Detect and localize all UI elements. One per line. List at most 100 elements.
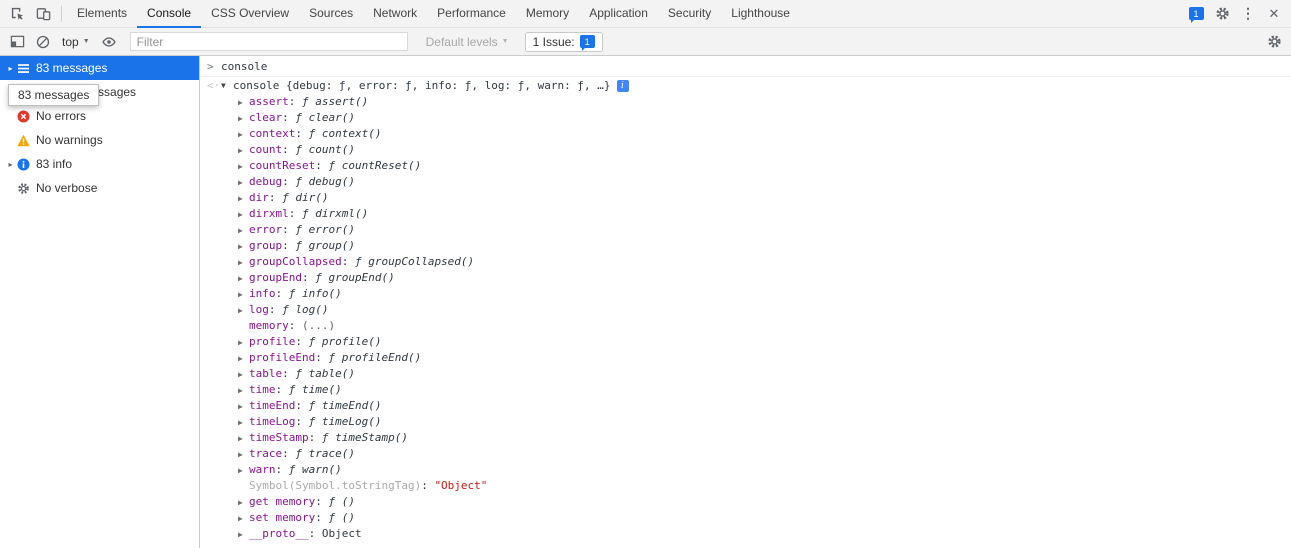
property-name: get memory (249, 495, 316, 508)
console-property-row[interactable]: ▶ groupEnd: ƒ groupEnd() (201, 270, 1291, 286)
console-property-row[interactable]: ▶ count: ƒ count() (201, 142, 1291, 158)
kebab-menu-icon[interactable]: ⋮ (1235, 1, 1261, 27)
property-colon: : (282, 143, 296, 156)
console-property-row[interactable]: memory: (...) (201, 318, 1291, 334)
expand-triangle-icon[interactable]: ▶ (238, 271, 249, 287)
issues-pill[interactable]: 1 Issue: 1 (524, 31, 603, 52)
close-icon[interactable]: ✕ (1261, 1, 1287, 27)
expand-triangle-icon[interactable]: ▶ (238, 223, 249, 239)
console-property-row[interactable]: ▶ get memory: ƒ () (201, 494, 1291, 510)
console-property-row[interactable]: ▶ info: ƒ info() (201, 286, 1291, 302)
property-colon: : (308, 527, 322, 540)
expand-triangle-icon[interactable]: ▶ (238, 527, 249, 543)
log-levels-dropdown[interactable]: Default levels ▼ (420, 35, 515, 49)
expand-triangle-icon[interactable]: ▶ (238, 431, 249, 447)
expand-triangle-icon[interactable]: ▶ (238, 383, 249, 399)
issues-counter-icon[interactable]: 1 (1183, 1, 1209, 27)
tab-security[interactable]: Security (658, 0, 721, 28)
expand-triangle-icon[interactable]: ▶ (238, 351, 249, 367)
property-colon: : (308, 431, 322, 444)
expand-triangle-icon[interactable]: ▶ (238, 239, 249, 255)
expand-triangle-icon[interactable]: ▶ (238, 495, 249, 511)
console-property-row[interactable]: ▶ assert: ƒ assert() (201, 94, 1291, 110)
expand-triangle-icon[interactable]: ▶ (238, 111, 249, 127)
console-result-row: <· ▼ console {debug: ƒ, error: ƒ, info: … (201, 77, 1291, 94)
expand-triangle-icon[interactable]: ▶ (238, 207, 249, 223)
expand-triangle-icon[interactable]: ▶ (238, 175, 249, 191)
expand-triangle-icon[interactable]: ▶ (238, 415, 249, 431)
inspect-element-icon[interactable] (4, 1, 30, 27)
console-property-row[interactable]: ▶ set memory: ƒ () (201, 510, 1291, 526)
context-selector[interactable]: top ▼ (56, 35, 96, 49)
console-property-row[interactable]: ▶ warn: ƒ warn() (201, 462, 1291, 478)
sidebar-item-errors[interactable]: No errors (0, 104, 199, 128)
property-value: ƒ profileEnd() (328, 351, 422, 364)
console-property-row[interactable]: ▶ log: ƒ log() (201, 302, 1291, 318)
live-expression-eye-icon[interactable] (96, 29, 122, 55)
clear-console-icon[interactable] (30, 29, 56, 55)
console-property-row[interactable]: ▶ debug: ƒ debug() (201, 174, 1291, 190)
tab-lighthouse[interactable]: Lighthouse (721, 0, 800, 28)
console-property-row[interactable]: ▶ error: ƒ error() (201, 222, 1291, 238)
device-toolbar-icon[interactable] (30, 1, 56, 27)
sidebar-item-verbose[interactable]: No verbose (0, 176, 199, 200)
sidebar-item-label: 83 messages (36, 61, 108, 75)
expand-triangle-icon[interactable]: ▶ (238, 463, 249, 479)
expand-triangle-icon[interactable]: ▶ (238, 399, 249, 415)
property-value[interactable]: (...) (302, 319, 335, 332)
expand-triangle-icon[interactable]: ▸ (5, 160, 16, 169)
tab-performance[interactable]: Performance (427, 0, 516, 28)
console-property-row[interactable]: ▶ profile: ƒ profile() (201, 334, 1291, 350)
console-property-row[interactable]: ▶ countReset: ƒ countReset() (201, 158, 1291, 174)
console-property-row[interactable]: ▶ profileEnd: ƒ profileEnd() (201, 350, 1291, 366)
console-property-row[interactable]: ▶ timeLog: ƒ timeLog() (201, 414, 1291, 430)
expand-triangle-icon[interactable]: ▶ (238, 143, 249, 159)
console-api-info-icon[interactable]: i (616, 79, 629, 92)
expand-triangle-icon[interactable]: ▶ (238, 303, 249, 319)
collapse-triangle-icon[interactable]: ▼ (221, 81, 233, 90)
expand-triangle-icon[interactable]: ▶ (238, 255, 249, 271)
expand-triangle-icon[interactable]: ▶ (238, 335, 249, 351)
tab-css-overview[interactable]: CSS Overview (201, 0, 299, 28)
settings-gear-icon[interactable] (1209, 1, 1235, 27)
tab-memory[interactable]: Memory (516, 0, 579, 28)
console-property-row[interactable]: ▶ groupCollapsed: ƒ groupCollapsed() (201, 254, 1291, 270)
tab-network[interactable]: Network (363, 0, 427, 28)
console-sidebar-toggle-icon[interactable] (4, 29, 30, 55)
console-property-row[interactable]: ▶ dir: ƒ dir() (201, 190, 1291, 206)
tab-elements[interactable]: Elements (67, 0, 137, 28)
expand-triangle-icon[interactable]: ▶ (238, 127, 249, 143)
expand-triangle-icon[interactable]: ▶ (238, 287, 249, 303)
console-property-row[interactable]: ▶ timeStamp: ƒ timeStamp() (201, 430, 1291, 446)
console-property-row[interactable]: ▶ dirxml: ƒ dirxml() (201, 206, 1291, 222)
expand-triangle-icon[interactable]: ▶ (238, 367, 249, 383)
expand-triangle-icon[interactable]: ▶ (238, 191, 249, 207)
console-settings-gear-icon[interactable] (1261, 29, 1287, 55)
expand-triangle-icon[interactable]: ▶ (238, 511, 249, 527)
expand-triangle-icon[interactable]: ▶ (238, 159, 249, 175)
tab-console[interactable]: Console (137, 0, 202, 28)
tab-application[interactable]: Application (579, 0, 658, 28)
console-property-row[interactable]: ▶ context: ƒ context() (201, 126, 1291, 142)
property-colon: : (315, 511, 329, 524)
sidebar-item-info[interactable]: ▸ 83 info (0, 152, 199, 176)
console-property-row[interactable]: ▶ __proto__: Object (201, 526, 1291, 542)
console-property-row[interactable]: ▶ timeEnd: ƒ timeEnd() (201, 398, 1291, 414)
sidebar-item-warnings[interactable]: No warnings (0, 128, 199, 152)
console-property-row[interactable]: ▶ table: ƒ table() (201, 366, 1291, 382)
console-property-row[interactable]: ▶ group: ƒ group() (201, 238, 1291, 254)
expand-triangle-icon[interactable]: ▶ (238, 447, 249, 463)
property-colon: : (282, 447, 296, 460)
console-property-row: Symbol(Symbol.toStringTag): "Object" (201, 478, 1291, 494)
console-property-row[interactable]: ▶ clear: ƒ clear() (201, 110, 1291, 126)
tab-sources[interactable]: Sources (299, 0, 363, 28)
property-value: ƒ log() (282, 303, 329, 316)
expand-triangle-icon[interactable]: ▸ (5, 64, 16, 73)
console-property-row[interactable]: ▶ trace: ƒ trace() (201, 446, 1291, 462)
expand-triangle-icon[interactable]: ▶ (238, 95, 249, 111)
sidebar-item-messages[interactable]: ▸ 83 messages (0, 56, 199, 80)
console-property-row[interactable]: ▶ time: ƒ time() (201, 382, 1291, 398)
property-colon: : (282, 111, 296, 124)
property-value: ƒ dir() (282, 191, 329, 204)
filter-input[interactable] (129, 32, 408, 51)
